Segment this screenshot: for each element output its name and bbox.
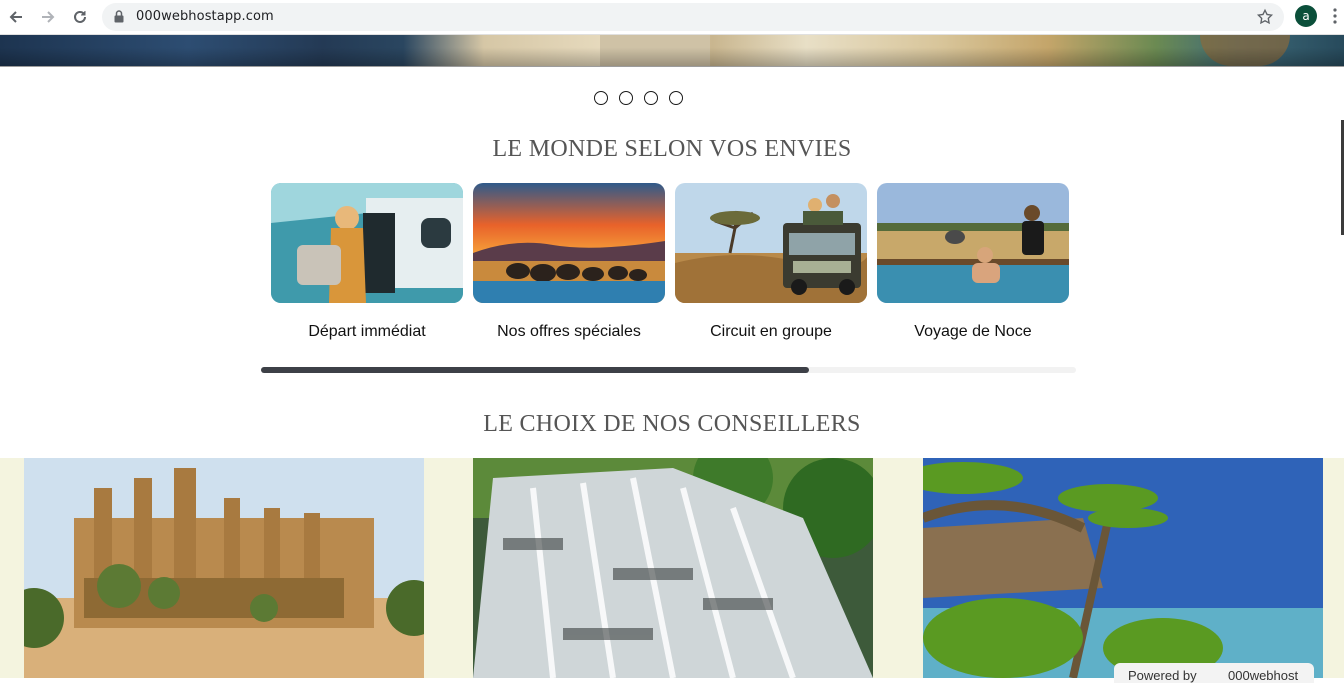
advisor-pick-mosque-image[interactable] — [24, 458, 424, 678]
carousel-indicators — [594, 91, 683, 105]
section-title-world: LE MONDE SELON VOS ENVIES — [492, 136, 852, 162]
lock-icon — [114, 10, 124, 23]
advisor-pick-beach-image[interactable] — [923, 458, 1323, 678]
hosting-badge-brand: 000webhost — [1228, 668, 1299, 683]
category-card-offres[interactable]: Nos offres spéciales — [473, 183, 665, 341]
hosting-badge[interactable]: Powered by 000webhost — [1114, 663, 1314, 683]
category-card-depart[interactable]: Départ immédiat — [271, 183, 463, 341]
carousel-dot[interactable] — [594, 91, 608, 105]
category-label[interactable]: Circuit en groupe — [675, 323, 867, 341]
hero-banner-image — [0, 35, 1344, 66]
address-bar[interactable]: 000webhostapp.com — [102, 3, 1284, 31]
section-title-advisors: LE CHOIX DE NOS CONSEILLERS — [483, 411, 861, 437]
category-carousel: Départ immédiat Nos offres spéciales Cir… — [271, 183, 1069, 341]
carousel-dot[interactable] — [669, 91, 683, 105]
advisor-pick-waterfall-image[interactable] — [473, 458, 873, 678]
back-button[interactable] — [5, 6, 27, 28]
url-text: 000webhostapp.com — [136, 9, 274, 24]
divider — [0, 66, 1344, 67]
reload-button[interactable] — [69, 6, 91, 28]
category-image[interactable] — [675, 183, 867, 303]
category-label[interactable]: Voyage de Noce — [877, 323, 1069, 341]
hero-shade — [0, 35, 1344, 66]
carousel-dot[interactable] — [619, 91, 633, 105]
carousel-dot[interactable] — [644, 91, 658, 105]
browser-toolbar: 000webhostapp.com a — [0, 0, 1344, 35]
category-card-circuit[interactable]: Circuit en groupe — [675, 183, 867, 341]
category-image[interactable] — [473, 183, 665, 303]
profile-avatar[interactable]: a — [1295, 5, 1317, 27]
category-image[interactable] — [271, 183, 463, 303]
kebab-menu-icon[interactable] — [1333, 8, 1337, 24]
reload-icon — [74, 10, 86, 23]
category-image[interactable] — [877, 183, 1069, 303]
carousel-scroll-thumb[interactable] — [261, 367, 809, 373]
category-label[interactable]: Nos offres spéciales — [473, 323, 665, 341]
arrow-left-icon — [9, 11, 22, 23]
hosting-badge-text: Powered by — [1128, 668, 1197, 683]
star-icon[interactable] — [1256, 8, 1274, 26]
arrow-right-icon — [42, 11, 55, 23]
category-label[interactable]: Départ immédiat — [271, 323, 463, 341]
category-card-noce[interactable]: Voyage de Noce — [877, 183, 1069, 341]
forward-button[interactable] — [37, 6, 59, 28]
